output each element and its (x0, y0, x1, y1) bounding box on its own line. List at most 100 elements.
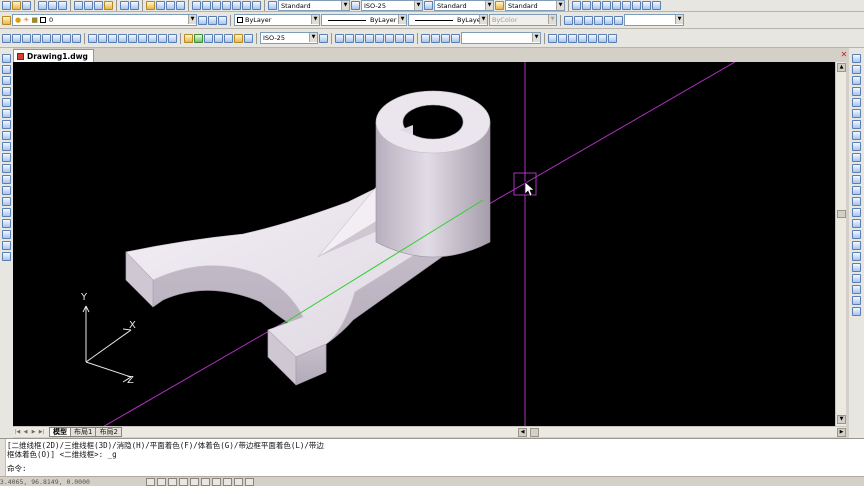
undo-icon[interactable] (120, 1, 129, 10)
baseline-dim-icon[interactable] (98, 33, 107, 43)
make-block-icon[interactable] (2, 186, 11, 195)
revolve-icon[interactable] (642, 1, 651, 10)
gouraud-edges-icon[interactable] (608, 33, 617, 43)
zoom-window-icon[interactable] (166, 1, 175, 10)
print-preview-icon[interactable] (48, 1, 57, 10)
copy-object-icon[interactable] (852, 65, 861, 74)
scroll-up-arrow-icon[interactable]: ▲ (837, 63, 846, 72)
ucs-face-icon[interactable] (365, 33, 374, 43)
dim-break-icon[interactable] (128, 33, 137, 43)
torus-icon[interactable] (622, 1, 631, 10)
solid-edit-icon[interactable] (852, 274, 861, 283)
array-icon[interactable] (852, 98, 861, 107)
interference-icon[interactable] (852, 296, 861, 305)
hidden-icon[interactable] (568, 33, 577, 43)
intersect-icon[interactable] (852, 263, 861, 272)
gouraud-shaded-icon[interactable] (588, 33, 597, 43)
properties-icon[interactable] (192, 1, 201, 10)
arc-length-icon[interactable] (22, 33, 31, 43)
line-icon[interactable] (2, 54, 11, 63)
coordinate-readout[interactable]: 53.4065, 96.8149, 0.0000 (0, 478, 146, 486)
zoom-realtime-icon[interactable] (156, 1, 165, 10)
vertical-scrollbar[interactable]: ▲ ▼ (835, 62, 846, 426)
calculator-icon[interactable] (242, 1, 251, 10)
box-icon[interactable] (572, 1, 581, 10)
layer-state-icon[interactable] (218, 15, 227, 25)
drawing-viewport[interactable]: Y X Z (13, 62, 835, 426)
dim-style-select-2[interactable]: ISO-25 ▼ (260, 32, 318, 44)
horizontal-scroll-thumb[interactable] (530, 428, 539, 437)
vertical-scroll-thumb[interactable] (837, 210, 846, 218)
wedge-icon[interactable] (612, 1, 621, 10)
scroll-down-arrow-icon[interactable]: ▼ (837, 415, 846, 424)
explode-icon[interactable] (852, 230, 861, 239)
ucs-origin-icon[interactable] (395, 33, 404, 43)
3d-wireframe-icon[interactable] (558, 33, 567, 43)
stretch-icon[interactable] (852, 142, 861, 151)
paste-icon[interactable] (94, 1, 103, 10)
close-icon[interactable]: ✕ (839, 50, 849, 60)
osnap-toggle[interactable] (190, 477, 199, 486)
ucs-y-icon[interactable] (441, 33, 450, 43)
polygon-icon[interactable] (2, 87, 11, 96)
ucs-x-icon[interactable] (431, 33, 440, 43)
view-left-icon[interactable] (584, 15, 593, 25)
prev-tab-arrow-icon[interactable]: ◀ (22, 429, 29, 436)
ellipse-icon[interactable] (2, 153, 11, 162)
dyn-toggle[interactable] (223, 477, 232, 486)
ucs-world-icon[interactable] (345, 33, 354, 43)
mirror-icon[interactable] (852, 76, 861, 85)
color-select[interactable]: ByLayer ▼ (234, 14, 320, 26)
flat-edges-icon[interactable] (598, 33, 607, 43)
ucs-3point-icon[interactable] (421, 33, 430, 43)
snap-toggle[interactable] (146, 477, 155, 486)
dim-style-button-icon[interactable] (319, 33, 328, 43)
join-icon[interactable] (852, 197, 861, 206)
design-center-icon[interactable] (202, 1, 211, 10)
hatch-icon[interactable] (2, 208, 11, 217)
ucs-icon[interactable] (335, 33, 344, 43)
trim-icon[interactable] (852, 153, 861, 162)
dim-style-manager-icon[interactable] (214, 33, 223, 43)
quick-dim-icon[interactable] (88, 33, 97, 43)
dim-update-icon[interactable] (204, 33, 213, 43)
fillet-icon[interactable] (852, 219, 861, 228)
2d-wireframe-icon[interactable] (548, 33, 557, 43)
view-top-icon[interactable] (564, 15, 573, 25)
layer-select[interactable]: ● ☀ ■ 0 ▼ (12, 14, 197, 26)
linear-dim-icon[interactable] (2, 33, 11, 43)
cone-icon[interactable] (602, 1, 611, 10)
command-line-window[interactable]: [二维线框(2D)/三维线框(3D)/消隐(H)/平面着色(F)/体着色(G)/… (0, 438, 864, 477)
circle-icon[interactable] (2, 120, 11, 129)
ducs-toggle[interactable] (212, 477, 221, 486)
tolerance-icon[interactable] (138, 33, 147, 43)
otrack-toggle[interactable] (201, 477, 210, 486)
insert-block-icon[interactable] (2, 175, 11, 184)
polyline-icon[interactable] (2, 76, 11, 85)
dim-space-icon[interactable] (118, 33, 127, 43)
lineweight-select[interactable]: ByLayer ▼ (408, 14, 488, 26)
break-icon[interactable] (852, 186, 861, 195)
linetype-select[interactable]: ByLayer ▼ (321, 14, 407, 26)
revision-cloud-icon[interactable] (2, 131, 11, 140)
table-icon[interactable] (2, 241, 11, 250)
slice-icon[interactable] (652, 1, 661, 10)
erase-icon[interactable] (852, 54, 861, 63)
ucs-previous-icon[interactable] (355, 33, 364, 43)
sheet-set-icon[interactable] (222, 1, 231, 10)
pan-icon[interactable] (146, 1, 155, 10)
arc-icon[interactable] (2, 109, 11, 118)
cut-icon[interactable] (74, 1, 83, 10)
offset-icon[interactable] (852, 87, 861, 96)
jogged-dim-icon[interactable] (52, 33, 61, 43)
model-space-canvas[interactable]: Y X Z (13, 62, 835, 426)
continue-dim-icon[interactable] (108, 33, 117, 43)
zoom-previous-icon[interactable] (176, 1, 185, 10)
lwt-toggle[interactable] (234, 477, 243, 486)
extend-icon[interactable] (852, 164, 861, 173)
ucs-object-icon[interactable] (375, 33, 384, 43)
view-right-icon[interactable] (594, 15, 603, 25)
point-icon[interactable] (2, 197, 11, 206)
move-icon[interactable] (852, 109, 861, 118)
radius-dim-icon[interactable] (42, 33, 51, 43)
